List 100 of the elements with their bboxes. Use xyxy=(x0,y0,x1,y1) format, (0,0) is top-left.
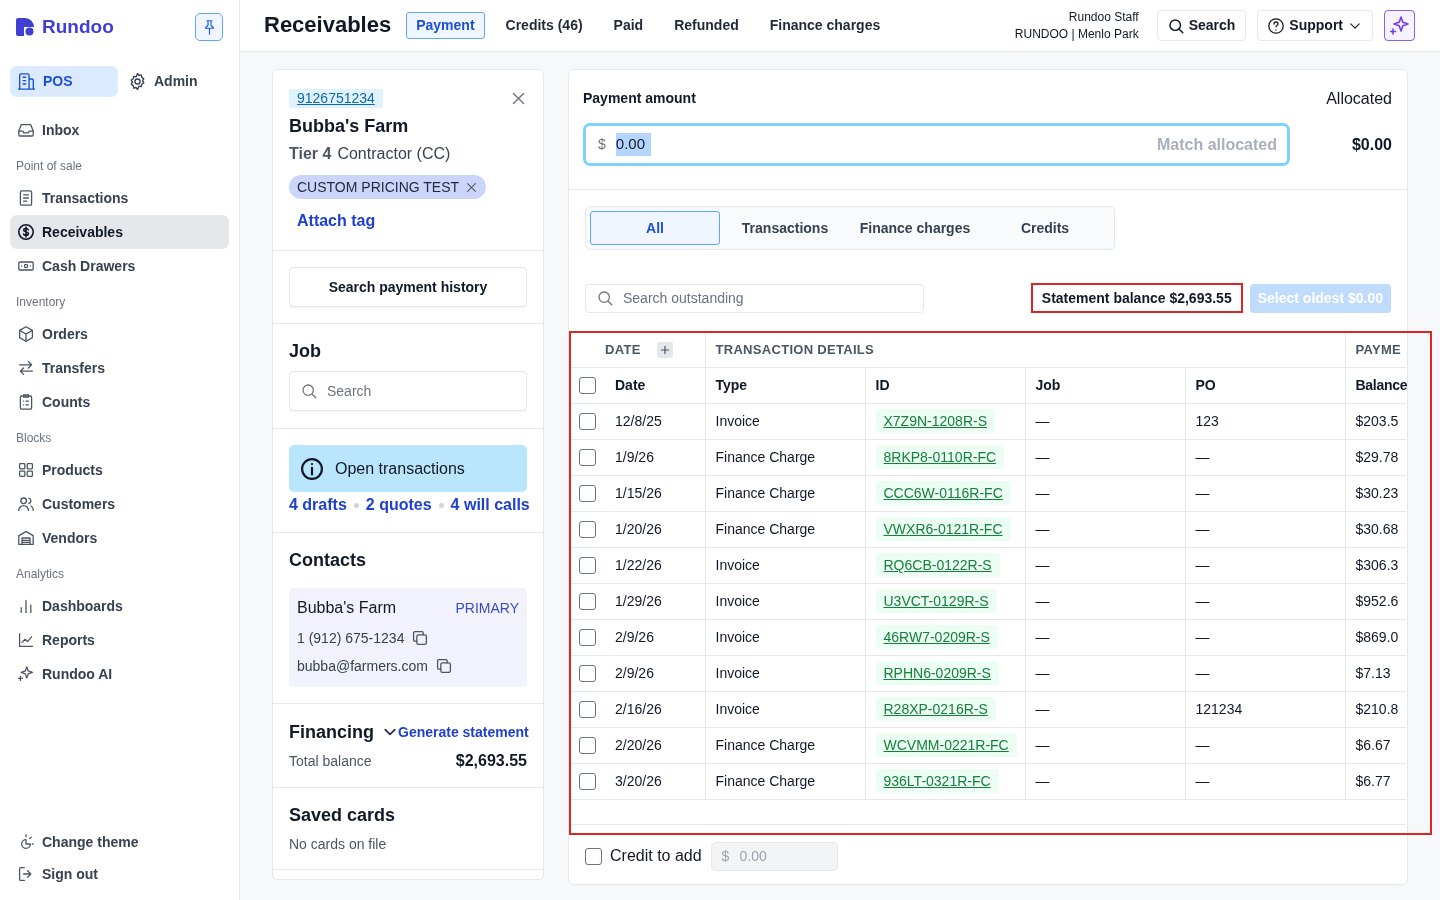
section-heading: Job xyxy=(289,340,321,363)
row-checkbox[interactable] xyxy=(579,593,596,611)
nav-item[interactable]: Cash Drawers xyxy=(10,249,229,283)
row-checkbox[interactable] xyxy=(579,413,596,431)
amount-input[interactable]: 0.00 xyxy=(615,133,651,156)
row-checkbox[interactable] xyxy=(579,773,596,791)
row-checkbox[interactable] xyxy=(579,485,596,503)
swap-arrows-icon xyxy=(18,360,34,376)
close-icon[interactable] xyxy=(465,180,479,194)
header-tab[interactable]: Credits (46) xyxy=(495,12,593,39)
nav-item[interactable]: Transfers xyxy=(10,351,229,385)
field-label: Payment amount xyxy=(583,89,696,108)
search-icon xyxy=(597,290,613,306)
open-transactions-link[interactable]: 4 drafts xyxy=(289,494,347,516)
nav-item[interactable]: Transactions xyxy=(10,181,229,215)
transaction-id-link[interactable]: WCVMM-0221R-FC xyxy=(875,733,1017,757)
table-cell: — xyxy=(1185,763,1345,799)
ai-button[interactable] xyxy=(1384,10,1415,41)
building-icon xyxy=(18,73,35,90)
table-cell: Invoice xyxy=(705,691,865,727)
nav-item[interactable]: Inbox xyxy=(10,113,229,147)
table-cell: 2/20/26 xyxy=(605,727,705,763)
open-transactions-link[interactable]: 2 quotes xyxy=(365,494,432,516)
phone-link[interactable]: 9126751234 xyxy=(289,89,383,108)
header-tab[interactable]: Finance charges xyxy=(759,12,891,39)
transaction-id-link[interactable]: U3VCT-0129R-S xyxy=(875,589,997,613)
copy-icon[interactable] xyxy=(412,630,429,646)
row-checkbox[interactable] xyxy=(579,737,596,755)
table-cell: — xyxy=(1025,511,1185,547)
transaction-id-link[interactable]: R28XP-0216R-S xyxy=(875,697,996,721)
nav-item[interactable]: Customers xyxy=(10,487,229,521)
payment-history-button[interactable]: Search payment history xyxy=(289,267,527,307)
table-cell: 1/9/26 xyxy=(605,439,705,475)
nav-item[interactable]: Orders xyxy=(10,317,229,351)
mode-tab[interactable]: Admin xyxy=(121,66,229,97)
open-transactions-link[interactable]: 4 will calls xyxy=(450,494,530,516)
table-cell: $952.6 xyxy=(1345,583,1406,619)
transaction-id-link[interactable]: CCC6W-0116R-FC xyxy=(875,481,1011,505)
filter-tab[interactable]: Credits xyxy=(980,211,1110,245)
grid-icon xyxy=(18,462,34,478)
filter-tab[interactable]: Transactions xyxy=(720,211,850,245)
transaction-id-link[interactable]: X7Z9N-1208R-S xyxy=(875,409,995,433)
close-icon[interactable] xyxy=(510,90,527,107)
transaction-id-link[interactable]: 46RW7-0209R-S xyxy=(875,625,998,649)
row-checkbox[interactable] xyxy=(579,557,596,575)
nav-item[interactable]: Rundoo AI xyxy=(10,657,229,691)
separator-dot-icon xyxy=(353,502,359,508)
job-search-field[interactable]: Search xyxy=(289,371,527,411)
transaction-id-link[interactable]: RPHN6-0209R-S xyxy=(875,661,999,685)
copy-icon[interactable] xyxy=(435,658,452,674)
nav-item[interactable]: Products xyxy=(10,453,229,487)
section-heading: Inventory xyxy=(16,294,66,311)
table-cell: 1/15/26 xyxy=(605,475,705,511)
nav-item[interactable]: Counts xyxy=(10,385,229,419)
search-button[interactable]: Search xyxy=(1156,10,1247,41)
row-checkbox[interactable] xyxy=(579,665,596,683)
table-cell: 2/9/26 xyxy=(605,619,705,655)
header-tab[interactable]: Paid xyxy=(603,12,654,39)
filter-tab[interactable]: All xyxy=(590,211,720,245)
contact-name: Bubba's Farm xyxy=(297,598,397,618)
table-cell: Invoice xyxy=(705,619,865,655)
attach-tag-link[interactable]: Attach tag xyxy=(297,210,376,232)
table-cell: — xyxy=(1025,655,1185,691)
row-checkbox[interactable] xyxy=(579,629,596,647)
row-checkbox[interactable] xyxy=(579,521,596,539)
nav-item[interactable]: Sign out xyxy=(10,858,229,890)
nav-item[interactable]: Change theme xyxy=(10,826,229,858)
nav-item[interactable]: Vendors xyxy=(10,521,229,555)
nav-item[interactable]: Reports xyxy=(10,623,229,657)
transaction-id-link[interactable]: VWXR6-0121R-FC xyxy=(875,517,1011,541)
table-cell: Finance Charge xyxy=(705,475,865,511)
column-header: PO xyxy=(1185,367,1345,403)
outstanding-search-field[interactable]: Search outstanding xyxy=(585,283,924,313)
user-name: Rundoo Staff xyxy=(1068,8,1139,26)
table-cell: 123 xyxy=(1185,403,1345,439)
table-cell: — xyxy=(1185,655,1345,691)
mode-tab[interactable]: POS xyxy=(10,66,118,97)
support-button[interactable]: Support xyxy=(1257,10,1373,41)
table-cell: $6.77 xyxy=(1345,763,1406,799)
plus-icon xyxy=(658,343,671,356)
filter-tab[interactable]: Finance charges xyxy=(850,211,980,245)
row-checkbox[interactable] xyxy=(579,701,596,719)
transaction-id-link[interactable]: RQ6CB-0122R-S xyxy=(875,553,1000,577)
header-tab[interactable]: Refunded xyxy=(664,12,749,39)
table-cell: — xyxy=(1025,403,1185,439)
nav-item[interactable]: Receivables xyxy=(10,215,229,249)
clipboard-icon xyxy=(18,394,34,410)
header-tab[interactable]: Payment xyxy=(406,12,485,39)
column-group-label: PAYME xyxy=(1355,342,1402,357)
add-column-button[interactable] xyxy=(656,341,673,358)
store-name: RUNDOO | Menlo Park xyxy=(1014,25,1139,43)
nav-item[interactable]: Dashboards xyxy=(10,589,229,623)
row-checkbox[interactable] xyxy=(579,449,596,467)
pin-button[interactable] xyxy=(195,13,223,41)
transaction-id-link[interactable]: 936LT-0321R-FC xyxy=(875,769,999,793)
table-cell: 1/29/26 xyxy=(605,583,705,619)
generate-statement-link[interactable]: Generate statement xyxy=(398,721,529,743)
line-chart-icon xyxy=(18,632,34,648)
transaction-id-link[interactable]: 8RKP8-0110R-FC xyxy=(875,445,1005,469)
select-all-checkbox[interactable] xyxy=(579,377,596,395)
